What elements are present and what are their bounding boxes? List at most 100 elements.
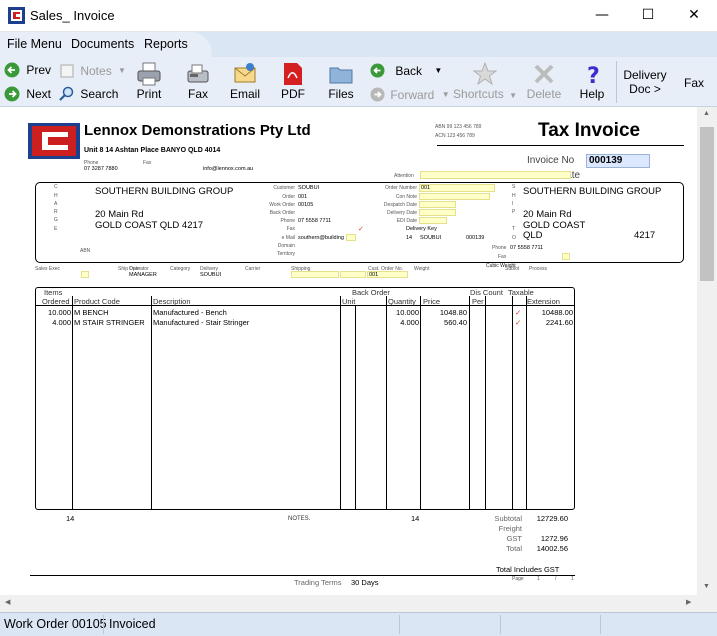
ship-address-3: QLD [523, 230, 543, 241]
back-order-label: Back Order [269, 210, 295, 216]
ship-fax-field[interactable] [562, 253, 570, 260]
col-items-header: Items [44, 288, 63, 297]
bill-name: SOUTHERN BUILDING GROUP [95, 186, 234, 197]
back-icon [370, 63, 385, 78]
email-check[interactable] [346, 234, 356, 241]
forward-icon [370, 87, 385, 102]
invoice-no-field[interactable]: 000139 [586, 154, 650, 168]
close-button[interactable]: ✕ [671, 0, 717, 31]
notes-button[interactable]: Notes ▼ [60, 63, 126, 78]
col-description-header: Description [153, 297, 191, 306]
back-button[interactable]: Back ▼ [370, 63, 442, 78]
prev-button[interactable]: Prev [4, 62, 51, 78]
help-icon: ? [587, 64, 600, 87]
trading-terms-value: 30 Days [351, 578, 379, 587]
shortcuts-button[interactable]: Shortcuts ▼ [451, 61, 519, 101]
order-number-value: 001 [421, 185, 431, 191]
scroll-right-icon[interactable]: ▶ [686, 598, 691, 606]
scroll-down-icon[interactable]: ▼ [703, 583, 710, 590]
includes-gst: Total Includes GST [496, 565, 560, 574]
ship-letter-4: T [512, 226, 516, 232]
col-taxable-header: Taxable [508, 288, 534, 297]
delivery-date-field[interactable] [419, 209, 456, 216]
col-extension-header: Extension [527, 297, 560, 306]
scroll-up-icon[interactable]: ▲ [703, 110, 710, 117]
order-number-field[interactable] [419, 184, 495, 192]
scroll-corner [697, 595, 717, 612]
menu-bar: File Menu Documents Reports [0, 32, 717, 57]
ship-postcode: 4217 [634, 230, 656, 241]
status-separator-1 [103, 615, 104, 634]
fax-label: Fax [187, 87, 208, 101]
total-label: Total [506, 544, 522, 553]
menu-reports[interactable]: Reports [144, 37, 188, 51]
charge-letter-0: C [54, 184, 58, 190]
edi-date-field[interactable] [419, 217, 447, 224]
forward-dropdown-icon: ▼ [441, 90, 450, 100]
col-unit-header: Unit [342, 297, 356, 306]
print-button[interactable]: Print [134, 61, 164, 101]
phone2-label: Phone [280, 218, 295, 224]
minimize-button[interactable]: — [579, 0, 625, 31]
col-sep-9 [512, 296, 513, 510]
company-acn: ACN 123 456 789 [435, 133, 475, 139]
despatch-field[interactable] [419, 201, 456, 208]
delivery-doc-label-1: Delivery [623, 68, 667, 82]
sales-exec-field[interactable] [81, 271, 89, 278]
process-label: Process [529, 266, 548, 272]
fax-label-doc: Fax [143, 160, 152, 166]
doc-title: Tax Invoice [538, 120, 641, 141]
operator-value: MANAGER [129, 272, 157, 278]
con-note-field[interactable] [419, 193, 490, 200]
customer-label: Customer [273, 185, 295, 191]
scroll-left-icon[interactable]: ◀ [5, 598, 10, 606]
total-items: 14 [66, 514, 75, 523]
ship-fax-label: Fax [498, 254, 507, 260]
ship-name: SOUTHERN BUILDING GROUP [523, 186, 662, 197]
ship-letter-0: S [512, 184, 516, 190]
search-button[interactable]: Search [58, 86, 118, 102]
arrow-right-icon [4, 86, 20, 102]
pdf-button[interactable]: PDF [280, 61, 306, 101]
invoice-no-label: Invoice No [527, 155, 575, 166]
vertical-scrollbar[interactable]: ▲ ▼ [697, 107, 717, 595]
freight-label: Freight [498, 524, 522, 533]
customer-value: SOUBUI [298, 185, 320, 191]
forward-button[interactable]: Forward ▼ [370, 87, 450, 102]
charge-letter-4: G [54, 217, 58, 223]
search-icon [59, 86, 74, 101]
shipping-field[interactable] [291, 271, 339, 278]
vertical-scroll-thumb[interactable] [700, 127, 714, 281]
folder-icon [329, 67, 353, 84]
attention-field[interactable] [420, 171, 571, 179]
delivery-doc-button[interactable]: Delivery Doc > [620, 68, 670, 96]
email-button[interactable]: Email [229, 61, 261, 101]
delivery-key-2: SOUBUI [420, 235, 442, 241]
pdf-label: PDF [281, 87, 305, 101]
print-label: Print [136, 87, 162, 101]
email2-label: e Mail [281, 235, 295, 241]
horizontal-scrollbar[interactable]: ◀ ▶ [0, 595, 697, 612]
help-button[interactable]: ? Help [577, 61, 607, 101]
menu-file[interactable]: File Menu [7, 37, 62, 51]
despatch-label: Despatch Date [383, 202, 417, 208]
notes-icon [60, 64, 74, 78]
fax-button[interactable]: Fax [183, 61, 213, 101]
delivery-date-label: Delivery Date [386, 210, 417, 216]
gst-value: 1272.96 [540, 534, 568, 543]
footer-rule [30, 575, 575, 576]
col-sep-8 [485, 296, 486, 510]
col-sep-3 [340, 296, 341, 510]
col-price-header: Price [423, 297, 441, 306]
delete-button[interactable]: Delete [526, 61, 562, 101]
ship-letter-1: H [512, 193, 516, 199]
toolbar: Prev Next Notes ▼ Search Print Fax Email… [0, 57, 717, 107]
shipping-field-2[interactable] [340, 271, 366, 278]
files-button[interactable]: Files [327, 61, 355, 101]
back-label: Back [395, 63, 423, 78]
delivery-key-1: 14 [406, 235, 413, 241]
next-button[interactable]: Next [4, 86, 51, 102]
fax-right-button[interactable]: Fax [684, 76, 704, 90]
maximize-button[interactable]: ☐ [625, 0, 671, 31]
menu-documents[interactable]: Documents [71, 37, 134, 51]
